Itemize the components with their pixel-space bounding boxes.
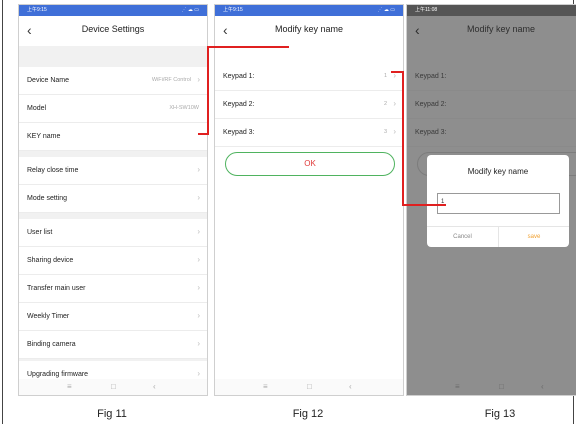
title-bar: ‹ Modify key name (215, 16, 403, 46)
phone-screen-device-settings: 上午9:15 ⋰ ☁ ▭ ‹ Device Settings Device Na… (18, 4, 208, 396)
status-icons: ⋰ ☁ ▭ (181, 7, 199, 13)
keypad-row-1[interactable]: Keypad 1: 1 › (215, 63, 403, 91)
row-label: Keypad 1: (415, 73, 447, 80)
phone-screen-modify-key-dialog: 上午11:08 ⋰ ☁ ‹ Modify key name Keypad 1: … (406, 4, 576, 396)
row-label: Upgrading firmware (27, 371, 89, 378)
row-value: 2 (383, 101, 387, 107)
key-name-input[interactable]: 1 (437, 193, 560, 214)
status-icons: ⋰ ☁ ▭ (377, 7, 395, 13)
callout-line-keyname (198, 133, 207, 135)
chevron-right-icon: › (197, 339, 200, 348)
keypad-row-1: Keypad 1: › (407, 63, 576, 91)
chevron-right-icon: › (197, 283, 200, 292)
status-bar: 上午9:15 ⋰ ☁ ▭ (19, 5, 207, 16)
row-label: Sharing device (27, 257, 74, 264)
home-icon[interactable]: □ (307, 382, 312, 391)
callout-line-to-title (207, 46, 289, 48)
title-bar: ‹ Device Settings (19, 16, 207, 46)
title-bar: ‹ Modify key name (407, 16, 576, 46)
row-value: 1 (383, 73, 387, 79)
chevron-right-icon: › (197, 193, 200, 202)
save-button[interactable]: save (499, 234, 569, 240)
callout-line-keypad1-vertical (402, 71, 404, 206)
home-icon: □ (499, 382, 504, 391)
row-label: Keypad 3: (223, 129, 255, 136)
row-label: Keypad 2: (415, 101, 447, 108)
chevron-right-icon: › (393, 99, 396, 108)
figure-caption-13: Fig 13 (484, 408, 516, 420)
phone-screen-modify-key-name: 上午9:15 ⋰ ☁ ▭ ‹ Modify key name Keypad 1:… (214, 4, 404, 396)
status-bar: 上午11:08 ⋰ ☁ (407, 5, 576, 16)
android-nav-bar: ≡ □ ‹ (407, 379, 576, 395)
home-icon[interactable]: □ (111, 382, 116, 391)
row-label: Weekly Timer (27, 313, 70, 320)
setting-row-relay-close-time[interactable]: Relay close time › (19, 157, 207, 185)
keypad-row-3: Keypad 3: › (407, 119, 576, 147)
row-label: KEY name (27, 133, 61, 140)
nav-back-icon: ‹ (541, 382, 544, 391)
setting-row-user-list[interactable]: User list › (19, 219, 207, 247)
setting-row-transfer-main-user[interactable]: Transfer main user › (19, 275, 207, 303)
setting-row-sharing-device[interactable]: Sharing device › (19, 247, 207, 275)
page-title: Modify key name (274, 24, 344, 34)
callout-line-keyname-vertical (207, 46, 209, 135)
row-label: Binding camera (27, 341, 76, 348)
figure-caption-12: Fig 12 (292, 408, 324, 420)
chevron-right-icon: › (197, 227, 200, 236)
chevron-right-icon: › (197, 75, 200, 84)
menu-icon[interactable]: ≡ (263, 382, 268, 391)
figure-caption-11: Fig 11 (97, 408, 127, 420)
status-time: 上午9:15 (27, 7, 47, 13)
dialog-title: Modify key name (467, 167, 529, 176)
chevron-right-icon: › (197, 311, 200, 320)
status-time: 上午9:15 (223, 7, 243, 13)
row-label: Model (27, 105, 47, 112)
page-title: Modify key name (466, 24, 536, 34)
setting-row-device-name[interactable]: Device Name WiFi/RF Control › (19, 67, 207, 95)
row-label: User list (27, 229, 53, 236)
status-time: 上午11:08 (415, 7, 438, 13)
row-value: 3 (383, 129, 387, 135)
chevron-right-icon: › (393, 127, 396, 136)
status-bar: 上午9:15 ⋰ ☁ ▭ (215, 5, 403, 16)
nav-back-icon[interactable]: ‹ (349, 382, 352, 391)
row-label: Keypad 3: (415, 129, 447, 136)
chevron-right-icon: › (197, 369, 200, 378)
android-nav-bar: ≡ □ ‹ (19, 379, 207, 395)
modify-key-dialog: Modify key name 1 Cancel save (427, 155, 569, 247)
row-label: Relay close time (27, 167, 79, 174)
android-nav-bar: ≡ □ ‹ (215, 379, 403, 395)
row-label: Transfer main user (27, 285, 86, 292)
setting-row-key-name[interactable]: KEY name (19, 123, 207, 151)
keypad-row-2[interactable]: Keypad 2: 2 › (215, 91, 403, 119)
callout-line-to-input (402, 204, 446, 206)
row-label: Mode setting (27, 195, 68, 202)
cancel-button[interactable]: Cancel (427, 234, 498, 240)
menu-icon: ≡ (455, 382, 460, 391)
ok-button[interactable]: OK (225, 152, 395, 176)
setting-row-binding-camera[interactable]: Binding camera › (19, 331, 207, 359)
row-value: XH-SW10W (169, 105, 199, 111)
nav-back-icon[interactable]: ‹ (153, 382, 156, 391)
setting-row-weekly-timer[interactable]: Weekly Timer › (19, 303, 207, 331)
chevron-right-icon: › (197, 255, 200, 264)
page-title: Device Settings (81, 24, 145, 34)
frame-border-left (2, 0, 3, 424)
menu-icon[interactable]: ≡ (67, 382, 72, 391)
row-label: Device Name (27, 77, 70, 84)
row-label: Keypad 1: (223, 73, 255, 80)
chevron-right-icon: › (197, 165, 200, 174)
keypad-row-2: Keypad 2: › (407, 91, 576, 119)
keypad-row-3[interactable]: Keypad 3: 3 › (215, 119, 403, 147)
setting-row-model: Model XH-SW10W (19, 95, 207, 123)
row-label: Keypad 2: (223, 101, 255, 108)
setting-row-mode-setting[interactable]: Mode setting › (19, 185, 207, 213)
row-value: WiFi/RF Control (151, 77, 191, 83)
